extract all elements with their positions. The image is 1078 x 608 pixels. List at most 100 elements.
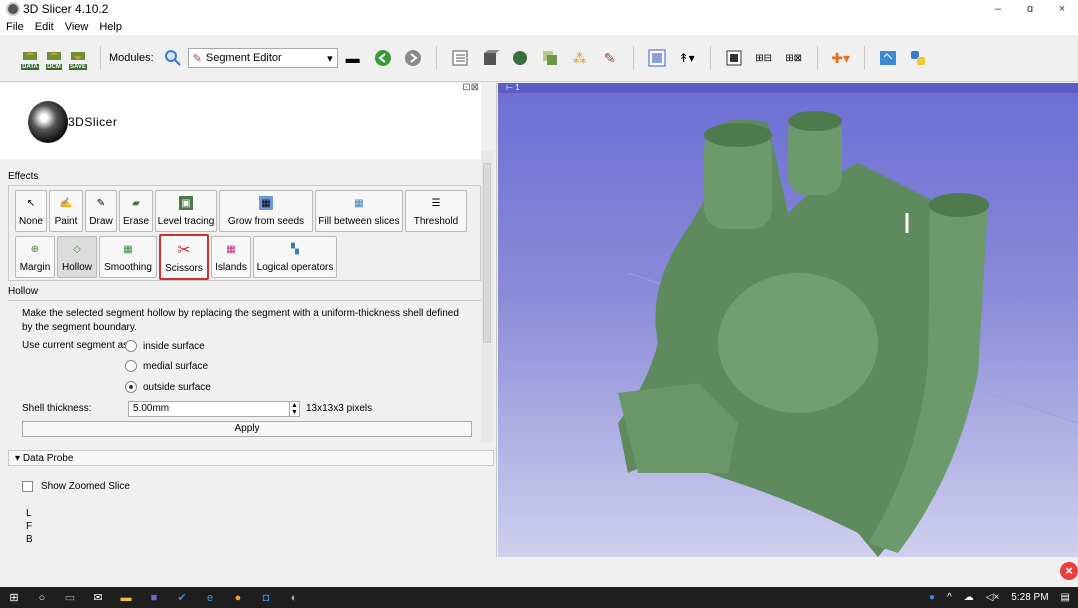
save-button[interactable]: SAVE <box>68 47 88 70</box>
effect-islands-button[interactable]: ▦ Islands <box>211 236 251 278</box>
app-icon[interactable]: ◘ <box>258 591 274 605</box>
ventricle-structure <box>718 273 878 413</box>
mouse-mode-dropdown-icon[interactable]: ✚▾ <box>831 48 851 68</box>
windows-taskbar: ⊞ ○ ▭ ✉ ▬ ■ ✔ e ● ◘ ◐ ● ^ ☁ ◁× 5:28 PM ▤ <box>0 587 1078 608</box>
view-controls-icon[interactable]: ⊞⊠ <box>784 48 804 68</box>
segment-editor-icon: ✎ <box>192 52 202 65</box>
volume-cube-icon[interactable] <box>480 48 500 68</box>
toolbar-separator <box>816 46 818 70</box>
module-selector[interactable]: ✎ Segment Editor ▾ <box>187 48 338 68</box>
extensions-icon[interactable] <box>878 48 898 68</box>
radio-indicator <box>125 360 137 372</box>
screenshot-icon[interactable] <box>724 48 744 68</box>
save-label: SAVE <box>69 64 87 70</box>
effect-label: Erase <box>122 216 150 227</box>
pixels-label: 13x13x3 pixels <box>306 403 373 414</box>
load-data-button[interactable]: DATA <box>20 47 40 70</box>
eraser-icon: ▰ <box>132 197 140 209</box>
load-dicom-button[interactable]: DCM <box>44 47 64 70</box>
menu-edit[interactable]: Edit <box>35 21 54 33</box>
list-layout-icon[interactable] <box>450 48 470 68</box>
effect-level-tracing-button[interactable]: ▣ Level tracing <box>155 190 217 232</box>
crosshair-dropdown-icon[interactable]: ↟▾ <box>677 48 697 68</box>
apply-button[interactable]: Apply <box>22 421 472 437</box>
radio-medial-surface[interactable]: medial surface <box>125 360 208 372</box>
effect-label: Fill between slices <box>318 216 400 227</box>
effect-paint-button[interactable]: ✍ Paint <box>49 190 83 232</box>
windows-start-icon[interactable]: ⊞ <box>6 591 22 605</box>
close-button[interactable]: × <box>1046 0 1078 18</box>
shell-thickness-input[interactable]: 5.00mm ▲ ▼ <box>128 401 300 417</box>
effect-draw-button[interactable]: ✎ Draw <box>85 190 117 232</box>
panel-scrollbar[interactable] <box>481 151 493 443</box>
menu-help[interactable]: Help <box>99 21 122 33</box>
effect-fill-between-slices-button[interactable]: ▦ Fill between slices <box>315 190 403 232</box>
show-zoomed-slice-checkbox[interactable]: Show Zoomed Slice <box>22 481 130 492</box>
module-history-icon[interactable]: ▬ <box>343 48 363 68</box>
effect-none-button[interactable]: ↖ None <box>15 190 47 232</box>
effect-margin-button[interactable]: ⊕ Margin <box>15 236 55 278</box>
chrome-icon[interactable]: ● <box>230 591 246 605</box>
effect-grow-from-seeds-button[interactable]: ▦ Grow from seeds <box>219 190 313 232</box>
pin-icon[interactable]: ⊢ <box>506 83 515 92</box>
level-tracing-icon: ▣ <box>179 196 193 210</box>
forward-arrow-icon[interactable] <box>403 48 423 68</box>
help-icon[interactable]: ● <box>929 592 935 603</box>
maximize-button[interactable]: ɑ <box>1014 0 1046 18</box>
effect-logical-operators-button[interactable]: ▚ Logical operators <box>253 236 337 278</box>
todo-icon[interactable]: ✔ <box>174 591 190 605</box>
effect-threshold-button[interactable]: ☰ Threshold <box>405 190 467 232</box>
scene-views-icon[interactable]: ⊞⊟ <box>754 48 774 68</box>
editor-icon[interactable]: ✎ <box>600 48 620 68</box>
scissors-icon: ✂ <box>177 242 191 259</box>
scrollbar-thumb[interactable] <box>483 163 491 343</box>
outlook-icon[interactable]: ✉ <box>90 591 106 605</box>
markups-icon[interactable]: ⁂ <box>570 48 590 68</box>
menu-view[interactable]: View <box>65 21 89 33</box>
radio-label: inside surface <box>143 340 205 352</box>
slicer-taskbar-icon[interactable]: ◐ <box>286 591 302 605</box>
islands-icon: ▦ <box>226 243 236 255</box>
model-sphere-icon[interactable] <box>510 48 530 68</box>
use-current-label: Use current segment as: <box>22 340 131 351</box>
checkbox-label: Show Zoomed Slice <box>41 481 130 492</box>
toolbar-separator <box>709 46 711 70</box>
view-controller-bar[interactable]: ⊢ 1 <box>498 83 1078 93</box>
toolbar-separator <box>632 46 634 70</box>
close-circle-icon[interactable]: × <box>1060 562 1078 580</box>
teams-icon[interactable]: ■ <box>146 591 162 605</box>
logo-text: 3DSlicer <box>68 115 118 129</box>
effect-hollow-button[interactable]: ◇ Hollow <box>57 236 97 278</box>
window-controls: – ɑ × <box>982 0 1078 18</box>
menu-bar: File Edit View Help <box>0 18 1078 35</box>
vessel-opening <box>788 111 842 131</box>
volume-icon[interactable]: ◁× <box>986 592 1000 603</box>
spin-arrows-icon[interactable]: ▲ ▼ <box>289 402 299 416</box>
python-icon[interactable] <box>908 48 928 68</box>
back-arrow-icon[interactable] <box>373 48 393 68</box>
module-search-icon[interactable] <box>163 48 183 68</box>
menu-file[interactable]: File <box>6 21 24 33</box>
effect-scissors-button[interactable]: ✂ Scissors <box>159 234 209 280</box>
radio-inside-surface[interactable]: inside surface <box>125 340 205 352</box>
transforms-icon[interactable] <box>540 48 560 68</box>
effect-erase-button[interactable]: ▰ Erase <box>119 190 153 232</box>
search-circle-icon[interactable]: ○ <box>34 591 50 605</box>
minimize-button[interactable]: – <box>982 0 1014 18</box>
onedrive-icon[interactable]: ☁ <box>964 592 974 603</box>
radio-outside-surface[interactable]: outside surface <box>125 381 211 393</box>
task-view-icon[interactable]: ▭ <box>62 591 78 605</box>
fill-slices-icon: ▦ <box>354 197 364 209</box>
effect-smoothing-button[interactable]: ▦ Smoothing <box>99 236 157 278</box>
panel-undock-close-icon[interactable]: ⊡⊠ <box>462 82 479 93</box>
pointer-icon: ↖ <box>26 197 36 209</box>
effect-label: Logical operators <box>256 262 334 273</box>
clock[interactable]: 5:28 PM <box>1011 592 1048 603</box>
layout-icon[interactable] <box>647 48 667 68</box>
3d-view[interactable]: ⊢ 1 <box>498 83 1078 557</box>
tray-chevron-icon[interactable]: ^ <box>947 592 952 603</box>
notifications-icon[interactable]: ▤ <box>1061 592 1070 603</box>
edge-icon[interactable]: e <box>202 591 218 605</box>
data-probe-header[interactable]: ▾ Data Probe <box>8 450 494 466</box>
file-explorer-icon[interactable]: ▬ <box>118 591 134 605</box>
